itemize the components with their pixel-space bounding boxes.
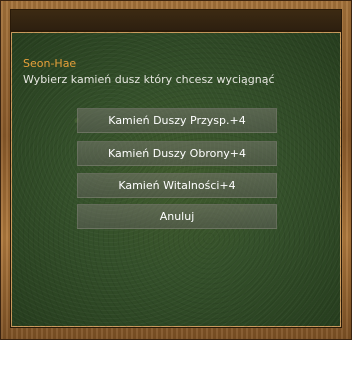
dialog-question: Wybierz kamień dusz który chcesz wyciągn… xyxy=(23,73,275,86)
cancel-button[interactable]: Anuluj xyxy=(77,204,277,229)
npc-dialog-window: Seon-Hae Wybierz kamień dusz który chces… xyxy=(0,0,352,340)
option-vitality-soulstone-button[interactable]: Kamień Witalności+4 xyxy=(77,173,277,198)
npc-name: Seon-Hae xyxy=(23,57,77,70)
option-speed-soulstone-button[interactable]: Kamień Duszy Przysp.+4 xyxy=(77,108,277,133)
dialog-title-bar[interactable] xyxy=(10,9,342,31)
option-defense-soulstone-button[interactable]: Kamień Duszy Obrony+4 xyxy=(77,141,277,166)
